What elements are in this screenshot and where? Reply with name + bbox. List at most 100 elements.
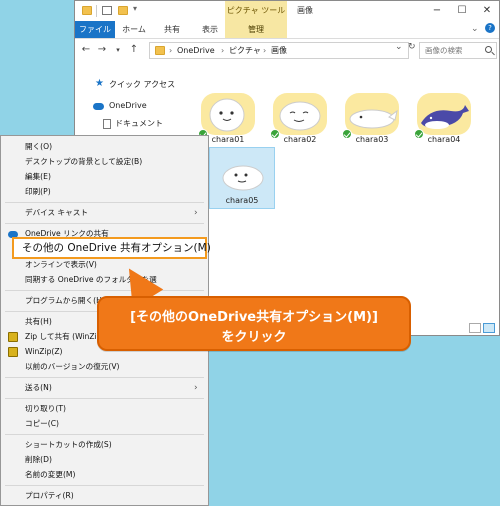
character-thumbnail	[417, 93, 471, 135]
tab-share[interactable]: 共有	[155, 21, 189, 38]
address-row: ← → ▾ ↑ › OneDrive › ピクチャ › 画像 ⌄ ↻ 画像の検索	[75, 39, 499, 63]
menu-item-label: 開く(O)	[25, 142, 53, 151]
winzip-icon	[8, 347, 18, 357]
character-thumbnail	[222, 165, 264, 191]
menu-item-label: 削除(D)	[25, 455, 52, 464]
character-thumbnail	[273, 93, 327, 135]
minimize-button[interactable]: −	[425, 1, 449, 21]
menu-item-label: ショートカットの作成(S)	[25, 440, 112, 449]
expand-ribbon-icon[interactable]: ⌄	[471, 24, 479, 34]
menu-separator	[5, 398, 204, 399]
menu-item-properties[interactable]: プロパティ(R)	[1, 489, 208, 503]
large-icons-view-icon[interactable]	[483, 323, 495, 333]
menu-separator	[5, 434, 204, 435]
instruction-callout: [その他のOneDrive共有オプション(M)] をクリック	[97, 296, 411, 351]
new-folder-icon[interactable]	[118, 6, 128, 15]
nav-item-documents[interactable]: ドキュメント	[115, 118, 163, 129]
picture-tools-header: ピクチャ ツール	[225, 1, 287, 21]
up-arrow-icon[interactable]: ↑	[127, 43, 141, 57]
submenu-arrow-icon: ›	[194, 208, 198, 218]
menu-item-edit[interactable]: 編集(E)	[1, 170, 208, 184]
address-dropdown-icon[interactable]: ⌄	[395, 42, 403, 52]
menu-item-label: 切り取り(T)	[25, 404, 66, 413]
submenu-arrow-icon: ›	[194, 383, 198, 393]
properties-icon[interactable]	[102, 6, 112, 15]
menu-item-cut[interactable]: 切り取り(T)	[1, 402, 208, 416]
menu-separator	[5, 377, 204, 378]
cloud-icon	[93, 103, 104, 110]
menu-item-label: オンラインで表示(V)	[25, 260, 97, 269]
folder-icon	[155, 46, 165, 55]
crumb-separator: ›	[263, 46, 267, 55]
help-icon[interactable]: ?	[485, 23, 495, 33]
nav-item-quick-access[interactable]: クイック アクセス	[109, 79, 175, 90]
customize-dropdown-icon[interactable]: ▾	[133, 4, 137, 13]
tab-home[interactable]: ホーム	[117, 21, 151, 38]
menu-item-label: 編集(E)	[25, 172, 51, 181]
crumb-separator: ›	[221, 46, 225, 55]
menu-item-label: WinZip(Z)	[25, 347, 63, 356]
search-icon	[485, 46, 492, 53]
menu-item-copy[interactable]: コピー(C)	[1, 417, 208, 431]
crumb-onedrive[interactable]: OneDrive	[177, 43, 215, 58]
back-arrow-icon[interactable]: ←	[79, 43, 93, 57]
window-title: 画像	[297, 6, 313, 15]
winzip-icon	[8, 332, 18, 342]
highlighted-menu-item[interactable]: その他の OneDrive 共有オプション(M)	[12, 237, 211, 259]
menu-item-label: 共有(H)	[25, 317, 52, 326]
star-icon: ★	[95, 78, 104, 89]
file-name: chara05	[225, 196, 259, 205]
file-item[interactable]: chara03	[339, 87, 405, 149]
menu-item-label: 印刷(P)	[25, 187, 51, 196]
menu-item-print[interactable]: 印刷(P)	[1, 185, 208, 199]
details-view-icon[interactable]	[469, 323, 481, 333]
menu-item-restore-previous-versions[interactable]: 以前のバージョンの復元(V)	[1, 360, 208, 374]
recent-dropdown-icon[interactable]: ▾	[111, 43, 125, 57]
search-placeholder: 画像の検索	[425, 46, 463, 55]
menu-item-rename[interactable]: 名前の変更(M)	[1, 468, 208, 482]
menu-item-create-shortcut[interactable]: ショートカットの作成(S)	[1, 438, 208, 452]
crumb-separator: ›	[169, 46, 173, 55]
menu-item-label: プロパティ(R)	[25, 491, 74, 500]
crumb-pictures[interactable]: ピクチャ	[229, 43, 261, 58]
menu-item-label: 以前のバージョンの復元(V)	[25, 362, 120, 371]
ribbon-tabs: ファイル ホーム 共有 表示 管理 ⌄ ?	[75, 21, 499, 39]
folder-icon	[82, 6, 92, 15]
menu-item-open[interactable]: 開く(O)	[1, 140, 208, 154]
menu-item-device-cast[interactable]: デバイス キャスト ›	[1, 206, 208, 220]
title-bar: ▾ ピクチャ ツール 画像 − ☐ ✕	[75, 1, 499, 21]
file-list: chara01 chara02 chara03 chara04 chara05	[191, 71, 497, 271]
callout-line-2: をクリック	[221, 330, 287, 345]
refresh-icon[interactable]: ↻	[408, 42, 416, 52]
forward-arrow-icon[interactable]: →	[95, 43, 109, 57]
nav-item-onedrive[interactable]: OneDrive	[109, 101, 147, 110]
character-thumbnail	[345, 93, 399, 135]
divider	[96, 5, 97, 17]
menu-item-label: 送る(N)	[25, 383, 52, 392]
tab-view[interactable]: 表示	[193, 21, 227, 38]
address-bar[interactable]: › OneDrive › ピクチャ › 画像	[149, 42, 409, 59]
file-item-selected[interactable]: chara05	[209, 147, 275, 209]
file-item[interactable]: chara04	[411, 87, 477, 149]
tab-manage[interactable]: 管理	[225, 21, 287, 38]
menu-item-label: 名前の変更(M)	[25, 470, 76, 479]
menu-item-view-online[interactable]: オンラインで表示(V)	[1, 258, 208, 272]
menu-item-send-to[interactable]: 送る(N) ›	[1, 381, 208, 395]
file-name: chara03	[355, 135, 389, 144]
maximize-button[interactable]: ☐	[450, 1, 474, 21]
character-thumbnail	[201, 93, 255, 135]
file-item[interactable]: chara02	[267, 87, 333, 149]
search-input[interactable]: 画像の検索	[419, 42, 497, 59]
menu-item-sync-folder[interactable]: 同期する OneDrive のフォルダーを選	[1, 273, 208, 287]
menu-item-delete[interactable]: 削除(D)	[1, 453, 208, 467]
menu-item-label: コピー(C)	[25, 419, 60, 428]
highlighted-menu-label: その他の OneDrive 共有オプション(M)	[22, 242, 211, 254]
file-name: chara04	[427, 135, 461, 144]
close-button[interactable]: ✕	[475, 1, 499, 21]
menu-item-set-desktop-background[interactable]: デスクトップの背景として設定(B)	[1, 155, 208, 169]
menu-separator	[5, 485, 204, 486]
document-icon	[103, 119, 111, 129]
crumb-images[interactable]: 画像	[271, 43, 287, 58]
menu-separator	[5, 223, 204, 224]
tab-file[interactable]: ファイル	[75, 21, 115, 38]
